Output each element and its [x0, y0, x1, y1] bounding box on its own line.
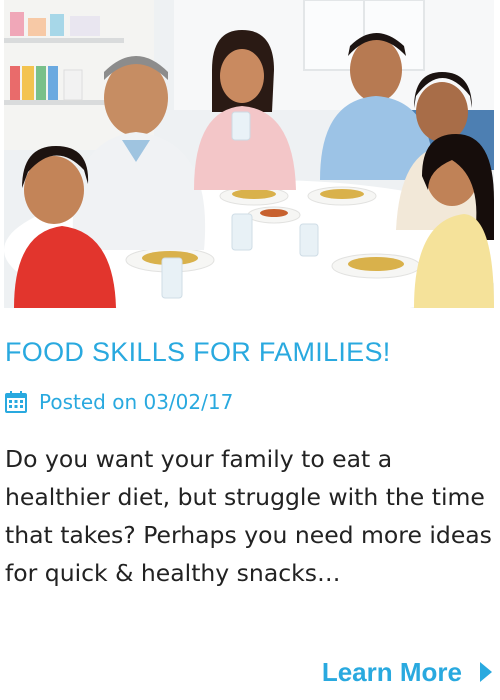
blog-post-card: FOOD SKILLS FOR FAMILIES! Posted on 03/0…	[0, 0, 500, 700]
calendar-icon	[5, 391, 27, 413]
post-excerpt: Do you want your family to eat a healthi…	[5, 445, 492, 587]
post-title[interactable]: FOOD SKILLS FOR FAMILIES!	[5, 337, 391, 368]
post-date: Posted on 03/02/17	[39, 390, 234, 414]
family-meal-photo	[4, 0, 494, 308]
post-meta: Posted on 03/02/17	[5, 388, 233, 416]
triangle-right-icon	[480, 662, 492, 682]
post-image[interactable]	[4, 0, 494, 308]
learn-more-link[interactable]: Learn More	[322, 655, 492, 689]
learn-more-label: Learn More	[321, 656, 462, 687]
